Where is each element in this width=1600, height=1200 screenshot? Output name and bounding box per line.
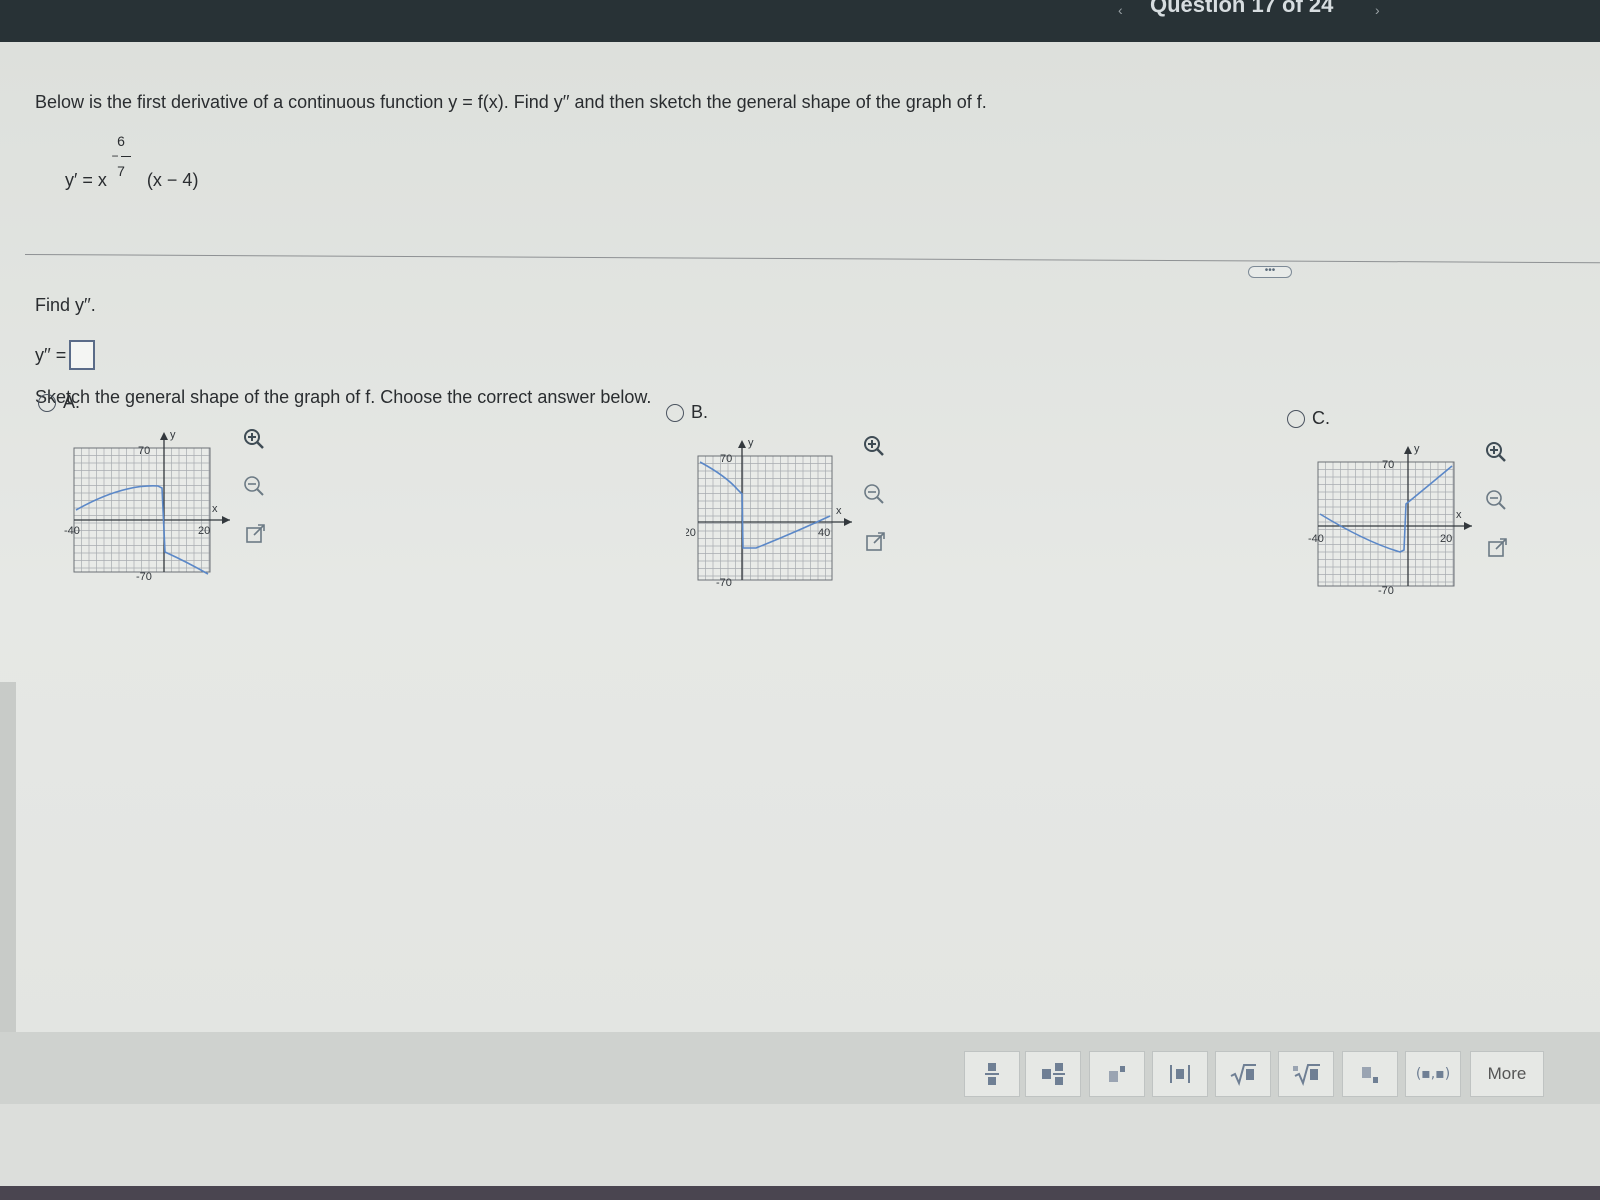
graph-a-x-label: x <box>212 503 218 515</box>
subscript-icon[interactable] <box>1342 1051 1398 1097</box>
more-button[interactable]: More <box>1470 1051 1544 1097</box>
option-a-label: A. <box>63 392 81 412</box>
side-strip <box>0 682 16 1092</box>
derivative-factor: (x − 4) <box>146 170 199 190</box>
graph-c-x-arrow <box>1464 522 1472 530</box>
expand-button[interactable]: ••• <box>1248 266 1292 278</box>
popout-icon[interactable] <box>864 530 888 554</box>
graph-b-tick-x-right: 40 <box>818 527 830 539</box>
radio-b[interactable] <box>666 403 684 422</box>
zoom-out-icon[interactable] <box>242 474 266 498</box>
graph-a-y-arrow <box>160 432 168 440</box>
graph-b-tick-y-top: 70 <box>720 453 732 465</box>
chevron-left-icon[interactable]: ‹ <box>1118 2 1123 18</box>
ordered-pair-icon[interactable]: (▪,▪) <box>1405 1051 1461 1097</box>
graph-a: y x 70 -70 -40 20 <box>64 429 230 583</box>
top-bar: ‹ Question 17 of 24 › <box>0 0 1600 42</box>
mixed-number-icon[interactable] <box>1025 1051 1081 1097</box>
graph-c-tick-x-left: -40 <box>1308 533 1324 545</box>
option-a[interactable]: A. <box>38 392 80 413</box>
answer-row: y′′ = <box>35 340 96 370</box>
derivative-lhs: y′ = x <box>65 170 107 190</box>
popout-icon[interactable] <box>244 522 268 546</box>
graph-c: y x 70 -70 -40 20 <box>1308 443 1472 597</box>
question-pane: Below is the first derivative of a conti… <box>0 42 1600 1092</box>
chevron-right-icon[interactable]: › <box>1375 2 1380 18</box>
exponent-sign: − <box>111 149 119 163</box>
graph-a-tick-x-right: 20 <box>198 525 210 537</box>
question-prompt: Below is the first derivative of a conti… <box>35 92 987 112</box>
exponent-numerator: 6 <box>117 133 125 149</box>
zoom-out-icon[interactable] <box>862 482 886 506</box>
find-label: Find y′′. <box>35 295 96 315</box>
popout-icon[interactable] <box>1486 536 1510 560</box>
screen-bezel <box>0 1186 1600 1200</box>
square-root-icon[interactable] <box>1215 1051 1271 1097</box>
option-b-label: B. <box>691 402 709 422</box>
graph-b-y-label: y <box>748 437 754 449</box>
graph-c-tick-x-right: 20 <box>1440 533 1452 545</box>
exponent-icon[interactable] <box>1089 1051 1145 1097</box>
section-divider <box>24 254 1600 264</box>
absolute-value-icon[interactable] <box>1152 1051 1208 1097</box>
graph-a-x-arrow <box>222 516 230 524</box>
option-b[interactable]: B. <box>666 402 708 423</box>
sketch-label: Sketch the general shape of the graph of… <box>35 387 652 407</box>
answer-input[interactable] <box>69 340 96 370</box>
graph-c-tick-y-bottom: -70 <box>1378 585 1394 597</box>
zoom-out-icon[interactable] <box>1484 488 1508 512</box>
graph-a-y-label: y <box>170 429 176 441</box>
graph-b-tick-x-left: -20 <box>686 527 696 539</box>
graph-b: y x 70 -70 -20 40 <box>686 437 852 589</box>
question-counter: Question 17 of 24 <box>1150 0 1334 17</box>
zoom-in-icon[interactable] <box>862 434 886 458</box>
zoom-in-icon[interactable] <box>242 427 266 451</box>
exponent-fraction: 6 − 7 <box>106 134 136 179</box>
graph-a-tick-x-left: -40 <box>64 525 80 537</box>
graph-a-tick-y-top: 70 <box>138 445 150 457</box>
graph-b-x-label: x <box>836 505 842 517</box>
option-c-label: C. <box>1312 408 1330 428</box>
graph-c-x-label: x <box>1456 509 1462 521</box>
math-toolbar: (▪,▪) More <box>0 1032 1600 1104</box>
graph-b-tick-y-bottom: -70 <box>716 577 732 589</box>
zoom-in-icon[interactable] <box>1484 440 1508 464</box>
radio-c[interactable] <box>1287 409 1305 428</box>
graph-c-y-arrow <box>1404 446 1412 454</box>
graph-c-y-label: y <box>1414 443 1420 455</box>
nth-root-icon[interactable] <box>1278 1051 1334 1097</box>
exponent-denominator: 7 <box>117 163 125 179</box>
graph-b-y-arrow <box>738 440 746 448</box>
fraction-icon[interactable] <box>964 1051 1020 1097</box>
graph-a-tick-y-bottom: -70 <box>136 571 152 583</box>
option-c[interactable]: C. <box>1287 408 1330 429</box>
radio-a[interactable] <box>38 393 56 412</box>
answer-lhs: y′′ = <box>35 344 67 365</box>
graph-c-tick-y-top: 70 <box>1382 459 1394 471</box>
graph-b-x-arrow <box>844 518 852 526</box>
